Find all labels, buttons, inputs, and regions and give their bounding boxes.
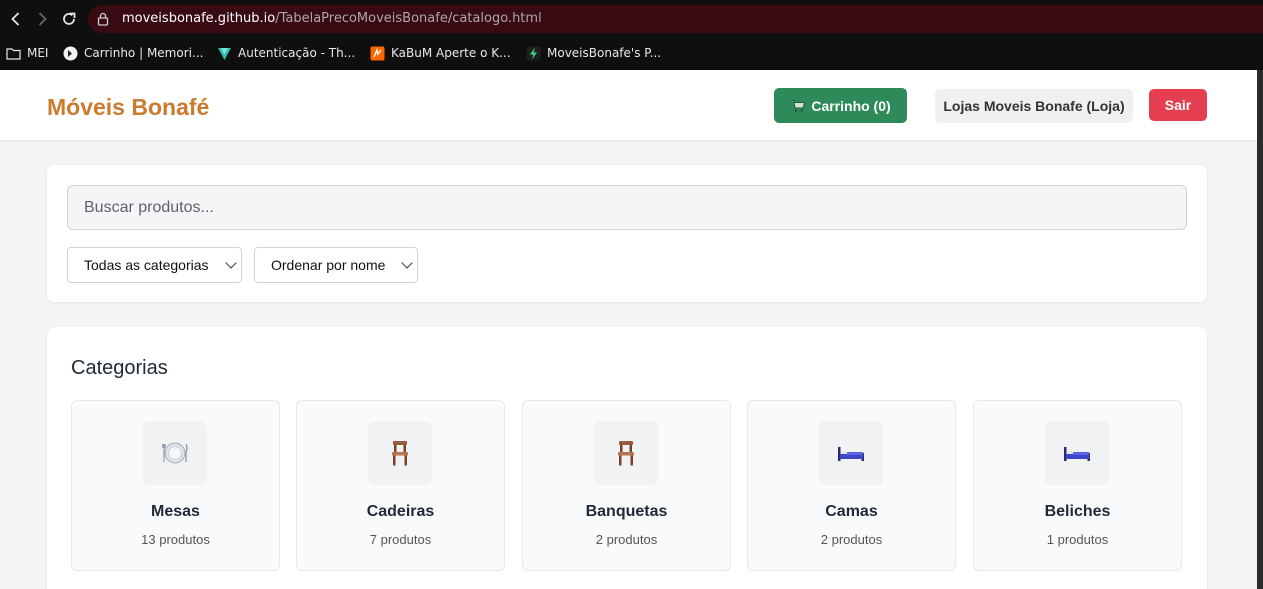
cart-button-label: Carrinho (0) bbox=[811, 97, 891, 114]
browser-chrome: moveisbonafe.github.io/TabelaPrecoMoveis… bbox=[0, 0, 1263, 70]
category-count: 13 produtos bbox=[141, 532, 210, 547]
category-count: 7 produtos bbox=[369, 532, 432, 547]
vuetify-favicon bbox=[218, 47, 231, 60]
page-scrollbar[interactable] bbox=[1257, 70, 1263, 589]
chevron-down-icon bbox=[401, 257, 413, 269]
sort-select[interactable]: Ordenar por nome bbox=[254, 247, 418, 283]
category-select[interactable]: Todas as categorias bbox=[67, 247, 242, 283]
filter-panel: Todas as categorias Ordenar por nome bbox=[47, 165, 1207, 302]
plate-icon bbox=[143, 421, 207, 485]
sort-select-value: Ordenar por nome bbox=[271, 257, 386, 273]
bookmark-kabum[interactable]: KaBuM Aperte o K... bbox=[370, 44, 511, 62]
category-name: Banquetas bbox=[585, 503, 668, 520]
chair-icon bbox=[368, 421, 432, 485]
bookmarks-bar: MEI Carrinho | Memori... Autenticação - … bbox=[0, 38, 1263, 66]
categories-panel: Categorias Mesas 13 produtos Cadeiras 7 … bbox=[47, 327, 1207, 589]
category-name: Mesas bbox=[151, 503, 200, 520]
reload-icon[interactable] bbox=[59, 9, 79, 29]
site-favicon bbox=[63, 46, 78, 60]
search-input[interactable] bbox=[67, 185, 1187, 230]
category-card-camas[interactable]: Camas 2 produtos bbox=[747, 400, 956, 571]
category-card-cadeiras[interactable]: Cadeiras 7 produtos bbox=[296, 400, 505, 571]
category-name: Camas bbox=[825, 503, 878, 520]
address-bar[interactable]: moveisbonafe.github.io/TabelaPrecoMoveis… bbox=[88, 5, 1263, 33]
folder-icon bbox=[6, 47, 21, 60]
exit-button[interactable]: Sair bbox=[1149, 89, 1207, 121]
category-select-value: Todas as categorias bbox=[84, 257, 209, 273]
category-name: Beliches bbox=[1044, 503, 1111, 520]
cart-button[interactable]: Carrinho (0) bbox=[774, 88, 907, 123]
category-count: 2 produtos bbox=[595, 532, 658, 547]
bookmark-mei[interactable]: MEI bbox=[6, 44, 48, 62]
lock-icon bbox=[97, 12, 109, 26]
kabum-favicon bbox=[370, 46, 385, 60]
browser-toolbar: moveisbonafe.github.io/TabelaPrecoMoveis… bbox=[0, 0, 1263, 38]
bed-icon bbox=[819, 421, 883, 485]
back-icon[interactable] bbox=[6, 9, 26, 29]
store-button[interactable]: Lojas Moveis Bonafe (Loja) bbox=[935, 89, 1133, 123]
category-card-mesas[interactable]: Mesas 13 produtos bbox=[71, 400, 280, 571]
chevron-down-icon bbox=[225, 257, 237, 269]
cart-icon bbox=[791, 99, 806, 112]
categories-title: Categorias bbox=[71, 357, 168, 379]
category-count: 1 produtos bbox=[1046, 532, 1109, 547]
bookmark-carrinho[interactable]: Carrinho | Memori... bbox=[63, 44, 203, 62]
bed-icon bbox=[1045, 421, 1109, 485]
category-count: 2 produtos bbox=[820, 532, 883, 547]
site-header: Móveis Bonafé Carrinho (0) Lojas Moveis … bbox=[0, 70, 1257, 140]
bookmark-moveisbonafe[interactable]: MoveisBonafe's P... bbox=[526, 44, 661, 62]
url-text: moveisbonafe.github.io/TabelaPrecoMoveis… bbox=[122, 11, 542, 26]
category-card-banquetas[interactable]: Banquetas 2 produtos bbox=[522, 400, 731, 571]
bookmark-autenticacao[interactable]: Autenticação - Th... bbox=[217, 44, 355, 62]
chair-icon bbox=[594, 421, 658, 485]
forward-icon[interactable] bbox=[32, 9, 52, 29]
bolt-icon bbox=[526, 46, 541, 60]
category-name: Cadeiras bbox=[366, 503, 435, 520]
category-card-beliches[interactable]: Beliches 1 produtos bbox=[973, 400, 1182, 571]
site-logo[interactable]: Móveis Bonafé bbox=[47, 94, 209, 121]
